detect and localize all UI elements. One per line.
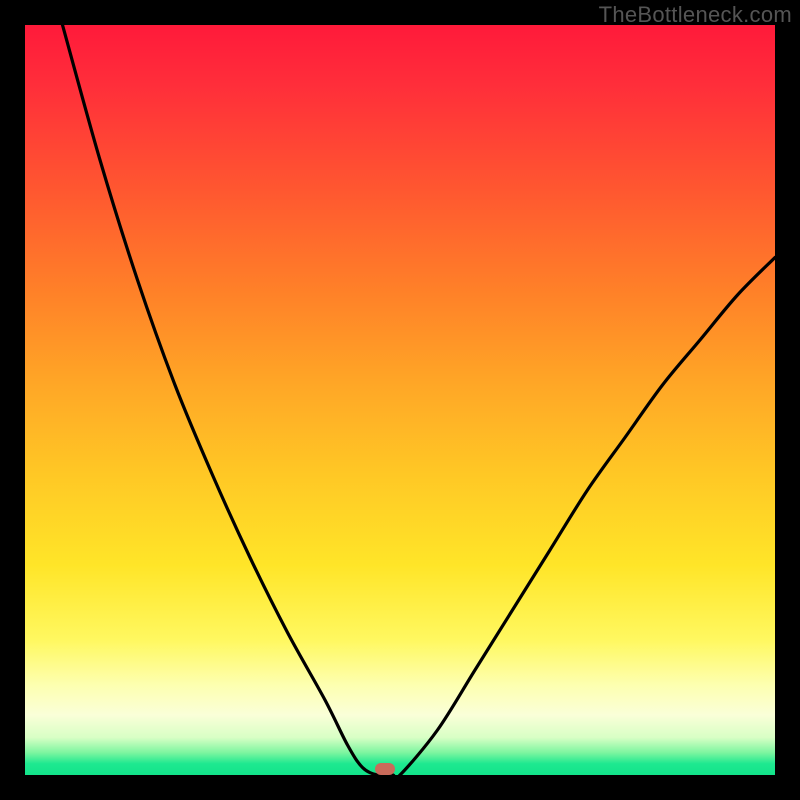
curve-svg [25,25,775,775]
plot-area [25,25,775,775]
watermark-text: TheBottleneck.com [599,2,792,28]
min-point-marker [375,763,395,775]
bottleneck-curve [63,25,776,775]
chart-frame: TheBottleneck.com [0,0,800,800]
